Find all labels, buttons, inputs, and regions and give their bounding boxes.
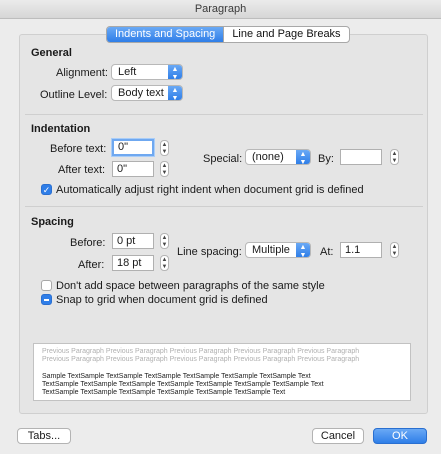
spacing-before-label: Before: xyxy=(70,237,106,249)
special-label: Special: xyxy=(203,153,243,165)
up-down-chevron-icon: ▲ ▼ xyxy=(296,150,310,166)
preview-previous-line: Previous Paragraph Previous Paragraph Pr… xyxy=(42,348,360,355)
spacing-after-input[interactable]: 18 pt xyxy=(112,255,154,271)
by-stepper[interactable]: ▲ ▼ xyxy=(390,149,399,165)
window-title: Paragraph xyxy=(194,3,247,15)
after-text-stepper[interactable]: ▲ ▼ xyxy=(160,161,169,177)
alignment-value: Left xyxy=(118,66,137,78)
snap-to-grid-label: Snap to grid when document grid is defin… xyxy=(56,294,268,306)
up-down-chevron-icon: ▲ ▼ xyxy=(296,243,310,259)
outline-level-select[interactable]: Body text ▲ ▼ xyxy=(111,85,183,102)
at-stepper[interactable]: ▲ ▼ xyxy=(390,242,399,258)
before-text-input[interactable]: 0" xyxy=(112,139,154,156)
preview-previous-line: Previous Paragraph Previous Paragraph Pr… xyxy=(42,356,360,363)
preview-sample-line: Sample TextSample TextSample TextSample … xyxy=(42,373,311,380)
auto-adjust-checkbox[interactable]: ✓ xyxy=(41,184,52,195)
title-bar: Paragraph xyxy=(0,0,441,19)
after-text-label: After text: xyxy=(58,164,106,176)
spacing-before-stepper[interactable]: ▲ ▼ xyxy=(160,233,169,249)
alignment-label: Alignment: xyxy=(56,67,108,79)
up-down-chevron-icon: ▲ ▼ xyxy=(168,86,182,102)
paragraph-preview: Previous Paragraph Previous Paragraph Pr… xyxy=(33,343,411,401)
cancel-button[interactable]: Cancel xyxy=(312,428,364,444)
tab-bar: Indents and Spacing Line and Page Breaks xyxy=(106,26,350,43)
tab-line-and-page-breaks[interactable]: Line and Page Breaks xyxy=(223,27,348,42)
line-spacing-select[interactable]: Multiple ▲ ▼ xyxy=(245,242,311,259)
before-text-stepper[interactable]: ▲ ▼ xyxy=(160,140,169,156)
preview-sample-line: TextSample TextSample TextSample TextSam… xyxy=(42,381,324,388)
by-label: By: xyxy=(318,153,334,165)
before-text-label: Before text: xyxy=(50,143,107,155)
divider xyxy=(25,206,423,207)
section-general-heading: General xyxy=(31,47,72,59)
outline-level-value: Body text xyxy=(118,87,164,99)
line-spacing-value: Multiple xyxy=(252,244,290,256)
line-spacing-label: Line spacing: xyxy=(177,246,242,258)
outline-level-label: Outline Level: xyxy=(40,89,108,101)
divider xyxy=(25,114,423,115)
spacing-after-label: After: xyxy=(78,259,105,271)
by-input[interactable] xyxy=(340,149,382,165)
up-down-chevron-icon: ▲ ▼ xyxy=(168,65,182,81)
tabs-button[interactable]: Tabs... xyxy=(17,428,71,444)
at-input[interactable]: 1.1 xyxy=(340,242,382,258)
tab-indents-and-spacing[interactable]: Indents and Spacing xyxy=(107,27,224,42)
no-space-label: Don't add space between paragraphs of th… xyxy=(56,280,325,292)
section-indentation-heading: Indentation xyxy=(31,123,91,135)
at-label: At: xyxy=(320,246,334,258)
ok-button[interactable]: OK xyxy=(373,428,427,444)
auto-adjust-label: Automatically adjust right indent when d… xyxy=(56,184,364,196)
special-select[interactable]: (none) ▲ ▼ xyxy=(245,149,311,166)
spacing-after-stepper[interactable]: ▲ ▼ xyxy=(160,255,169,271)
alignment-select[interactable]: Left ▲ ▼ xyxy=(111,64,183,81)
special-value: (none) xyxy=(252,151,284,163)
spacing-before-input[interactable]: 0 pt xyxy=(112,233,154,249)
after-text-input[interactable]: 0" xyxy=(112,161,154,177)
snap-to-grid-checkbox[interactable] xyxy=(41,294,52,305)
no-space-checkbox[interactable] xyxy=(41,280,52,291)
section-spacing-heading: Spacing xyxy=(31,216,74,228)
preview-sample-line: TextSample TextSample TextSample TextSam… xyxy=(42,389,286,396)
